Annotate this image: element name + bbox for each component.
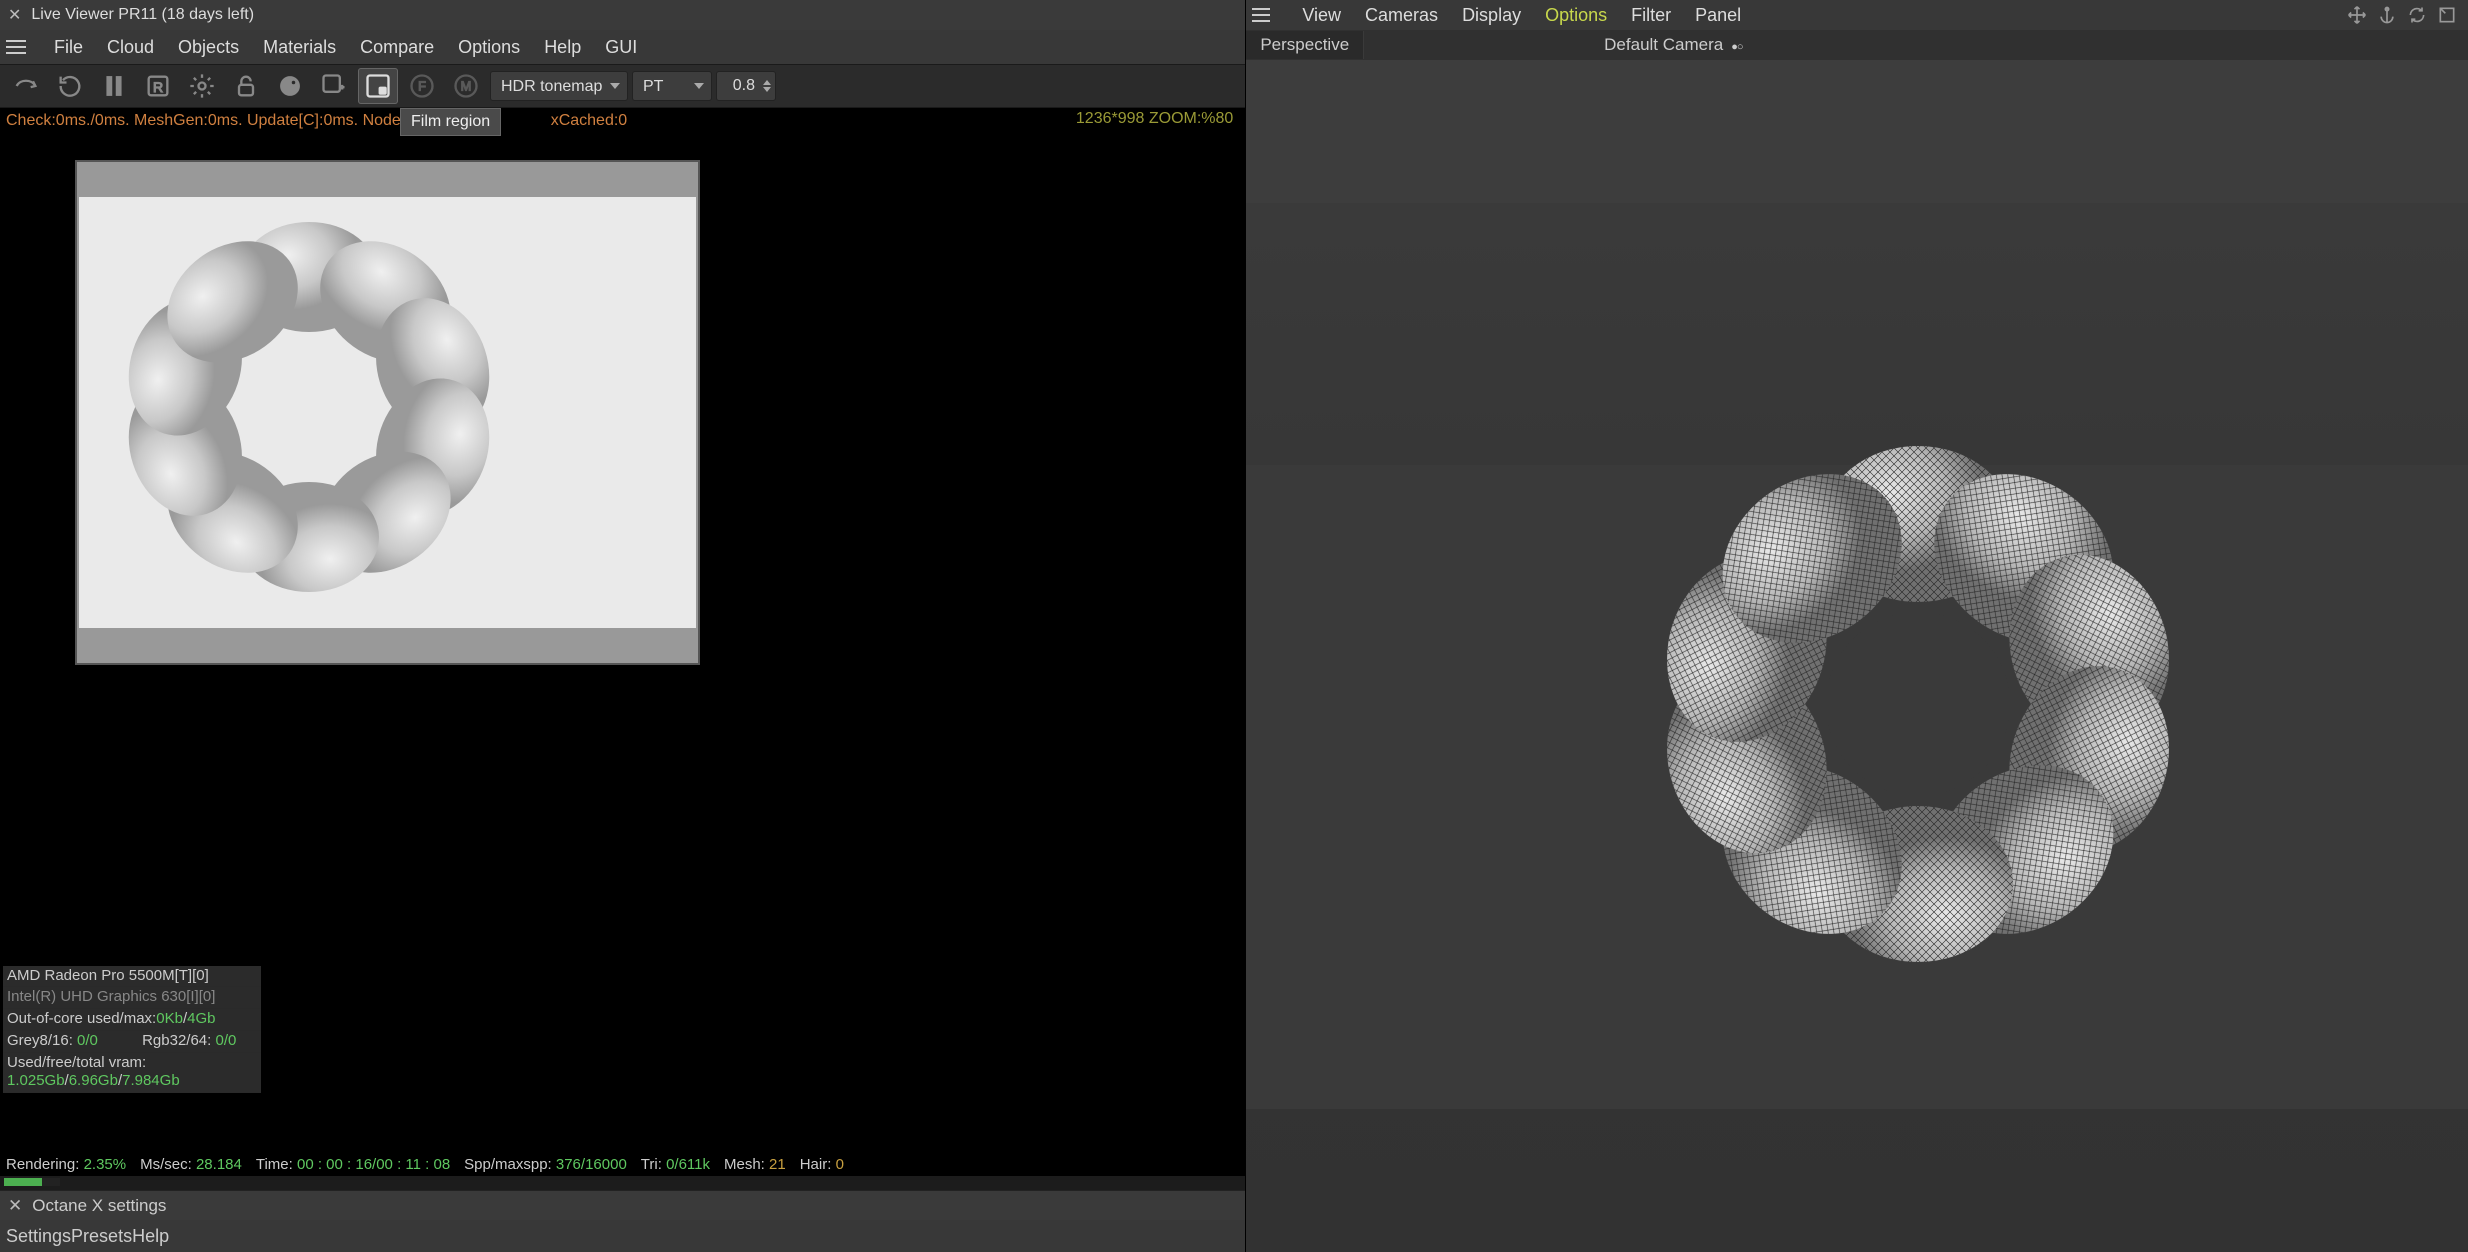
clay-mode-icon[interactable] <box>270 68 310 104</box>
settings-menu-settings[interactable]: Settings <box>6 1226 71 1247</box>
live-viewer-toolbar: R F M HDR tonemap PT <box>0 64 1245 108</box>
sync-icon[interactable] <box>2405 3 2429 27</box>
render-frame <box>75 160 700 665</box>
gpu1-label: Intel(R) UHD Graphics 630[I][0] <box>3 987 261 1009</box>
live-viewer-pane: ✕ Live Viewer PR11 (18 days left) File C… <box>0 0 1246 1252</box>
debug-stats: Check:0ms./0ms. MeshGen:0ms. Update[C]:0… <box>6 112 431 129</box>
spinner-down-icon[interactable] <box>763 87 771 92</box>
hair-value: 0 <box>836 1156 844 1173</box>
resolution-info: 1236*998 ZOOM:%80 <box>1076 110 1233 128</box>
send-scene-icon[interactable] <box>6 68 46 104</box>
spp-value: 376/16000 <box>556 1156 627 1173</box>
menu-compare[interactable]: Compare <box>348 33 446 62</box>
close-icon[interactable]: ✕ <box>8 5 21 25</box>
vp-menu-cameras[interactable]: Cameras <box>1353 3 1450 28</box>
menu-objects[interactable]: Objects <box>166 33 251 62</box>
camera-label: Default Camera ●○ <box>1604 35 1742 55</box>
gpu0-label: AMD Radeon Pro 5500M[T][0] <box>3 966 261 988</box>
tab-perspective[interactable]: Perspective <box>1246 31 1364 59</box>
ms-sec: 28.184 <box>196 1156 242 1173</box>
wireframe-torus <box>1638 424 2198 984</box>
vp-menu-panel[interactable]: Panel <box>1683 3 1753 28</box>
render-statusbar: Rendering: 2.35% Ms/sec: 28.184 Time: 00… <box>0 1153 1245 1176</box>
render-region-icon[interactable]: R <box>138 68 178 104</box>
viewport-menubar: View Cameras Display Options Filter Pane… <box>1246 0 2468 30</box>
move-icon[interactable] <box>2345 3 2369 27</box>
anchor-icon[interactable] <box>2375 3 2399 27</box>
vram-row: Used/free/total vram: 1.025Gb/6.96Gb/7.9… <box>3 1053 261 1094</box>
lock-icon[interactable] <box>226 68 266 104</box>
rendered-torus <box>99 217 519 597</box>
tonemap-select[interactable]: HDR tonemap <box>490 71 628 101</box>
refresh-icon[interactable] <box>50 68 90 104</box>
focus-pick-icon[interactable]: F <box>402 68 442 104</box>
close-settings-icon[interactable]: ✕ <box>8 1196 22 1216</box>
octane-settings-title: Octane X settings <box>32 1196 166 1216</box>
exposure-input[interactable] <box>717 77 759 95</box>
add-pass-icon[interactable] <box>314 68 354 104</box>
render-image <box>79 197 696 628</box>
live-viewer-menubar: File Cloud Objects Materials Compare Opt… <box>0 30 1245 64</box>
octane-settings-titlebar: ✕ Octane X settings <box>0 1190 1245 1220</box>
maximize-icon[interactable] <box>2435 3 2459 27</box>
camera-indicator-icon: ●○ <box>1729 41 1742 53</box>
engine-select[interactable]: PT <box>632 71 712 101</box>
exposure-spinner[interactable] <box>716 71 776 101</box>
film-region-icon[interactable] <box>358 68 398 104</box>
grey-rgb-row: Grey8/16: 0/0 Rgb32/64: 0/0 <box>3 1031 261 1053</box>
rendering-percent: 2.35% <box>84 1156 127 1173</box>
menu-cloud[interactable]: Cloud <box>95 33 166 62</box>
settings-menu-help[interactable]: Help <box>132 1226 169 1247</box>
vp-menu-filter[interactable]: Filter <box>1619 3 1683 28</box>
mesh-value: 21 <box>769 1156 786 1173</box>
render-viewport[interactable]: AMD Radeon Pro 5500M[T][0] Intel(R) UHD … <box>0 132 1245 1153</box>
menu-file[interactable]: File <box>42 33 95 62</box>
ooc-row: Out-of-core used/max:0Kb/4Gb <box>3 1009 261 1031</box>
octane-settings-menubar: Settings Presets Help <box>0 1220 1245 1252</box>
film-region-tooltip: Film region <box>400 108 501 136</box>
hamburger-icon[interactable] <box>6 33 34 61</box>
menu-materials[interactable]: Materials <box>251 33 348 62</box>
spinner-up-icon[interactable] <box>763 80 771 85</box>
live-viewer-titlebar: ✕ Live Viewer PR11 (18 days left) <box>0 0 1245 30</box>
gpu-panel: AMD Radeon Pro 5500M[T][0] Intel(R) UHD … <box>3 966 261 1094</box>
settings-menu-presets[interactable]: Presets <box>71 1226 132 1247</box>
vp-menu-display[interactable]: Display <box>1450 3 1533 28</box>
debug-cache: xCached:0 <box>551 112 628 129</box>
render-time: 00 : 00 : 16/00 : 11 : 08 <box>297 1156 450 1173</box>
svg-text:M: M <box>461 79 472 94</box>
svg-text:F: F <box>418 79 426 94</box>
settings-gear-icon[interactable] <box>182 68 222 104</box>
svg-text:R: R <box>153 79 163 95</box>
viewport-tabbar: Perspective Default Camera ●○ <box>1246 30 2468 60</box>
material-pick-icon[interactable]: M <box>446 68 486 104</box>
vp-menu-options[interactable]: Options <box>1533 3 1619 28</box>
vp-menu-view[interactable]: View <box>1290 3 1353 28</box>
viewport-pane: View Cameras Display Options Filter Pane… <box>1246 0 2468 1252</box>
tri-value: 0/611k <box>666 1156 710 1173</box>
viewport-hamburger-icon[interactable] <box>1252 2 1278 28</box>
menu-gui[interactable]: GUI <box>593 33 649 62</box>
render-progressbar <box>4 1178 60 1186</box>
menu-options[interactable]: Options <box>446 33 532 62</box>
live-viewer-title: Live Viewer PR11 (18 days left) <box>31 6 254 24</box>
perspective-viewport[interactable] <box>1246 60 2468 1252</box>
debug-line: Check:0ms./0ms. MeshGen:0ms. Update[C]:0… <box>0 108 1245 132</box>
menu-help[interactable]: Help <box>532 33 593 62</box>
pause-icon[interactable] <box>94 68 134 104</box>
